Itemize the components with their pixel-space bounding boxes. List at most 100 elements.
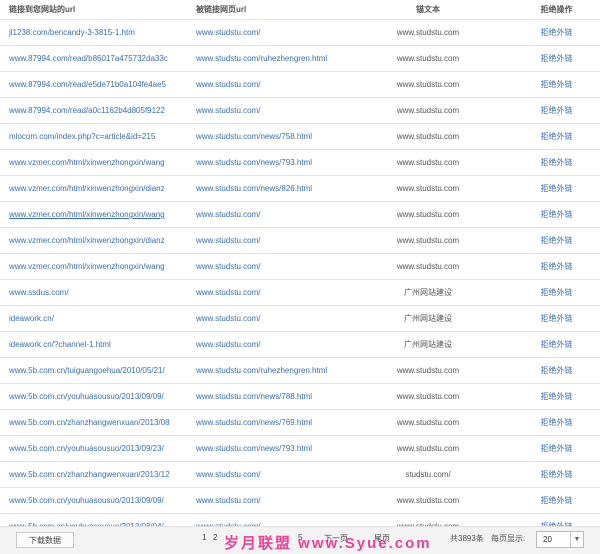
table-row: www.5b.com.cn/zhanzhangwenxuan/2013/12 ww… — [0, 462, 600, 488]
target-url-link[interactable]: www.studstu.com/ — [188, 470, 343, 479]
table-row: www.5b.com.cn/youhuasousuo/2013/09/23/ww… — [0, 436, 600, 462]
header-target-url: 被链接网页url — [196, 5, 247, 14]
anchor-text: 广州网站建设 — [404, 340, 452, 349]
source-url-link[interactable]: www.5b.com.cn/youhuasousuo/2013/09/09/ — [0, 392, 188, 401]
source-url-link[interactable]: ideawork.cn/ — [0, 314, 188, 323]
page-link-2[interactable]: 2 — [213, 533, 217, 542]
reject-link-button[interactable]: 拒绝外链 — [513, 157, 600, 168]
source-url-link[interactable]: www.87994.com/read/a0c1162b4d805f9122 — [0, 106, 188, 115]
page-link-1[interactable]: 1 — [202, 533, 206, 542]
target-url-link[interactable]: www.studstu.com/news/793.html — [188, 158, 343, 167]
source-url-link[interactable]: www.5b.com.cn/tuiguangoehua/2010/05/21/ — [0, 366, 188, 375]
target-url-link[interactable]: www.studstu.com/ — [188, 288, 343, 297]
table-body: jl1238.com/bencandy-3-3815-1.htm www.stud… — [0, 20, 600, 540]
anchor-text: www.studstu.com — [396, 28, 460, 37]
target-url-link[interactable]: www.studstu.com/ — [188, 106, 343, 115]
reject-link-button[interactable]: 拒绝外链 — [513, 417, 600, 428]
reject-link-button[interactable]: 拒绝外链 — [513, 469, 600, 480]
target-url-link[interactable]: www.studstu.com/news/788.html — [188, 392, 343, 401]
source-url-link[interactable]: www.87994.com/read/e5de71b0a104fe4ae5 — [0, 80, 188, 89]
reject-link-button[interactable]: 拒绝外链 — [513, 339, 600, 350]
target-url-link[interactable]: www.studstu.com/news/826.html — [188, 184, 343, 193]
table-row: ideawork.cn/www.studstu.com/广州网站建设 拒绝外链 — [0, 306, 600, 332]
target-url-link[interactable]: www.studstu.com/ — [188, 496, 343, 505]
table-row: ideawork.cn/?channel-1.html www.studstu.c… — [0, 332, 600, 358]
target-url-link[interactable]: www.studstu.com/ — [188, 80, 343, 89]
source-url-link[interactable]: www.5b.com.cn/zhanzhangwenxuan/2013/08 — [0, 418, 188, 427]
source-url-link[interactable]: www.vzmer.com/html/xinwenzhongxin/wang — [0, 158, 188, 167]
reject-link-button[interactable]: 拒绝外链 — [513, 79, 600, 90]
header-source-url: 链接到您网站的url — [9, 5, 76, 14]
reject-link-button[interactable]: 拒绝外链 — [513, 131, 600, 142]
table-header: 链接到您网站的url 被链接网页url 锚文本 拒绝操作 — [0, 0, 600, 20]
anchor-text: www.studstu.com — [396, 158, 460, 167]
source-url-link[interactable]: www.5b.com.cn/youhuasousuo/2013/09/23/ — [0, 444, 188, 453]
table-row: www.87994.com/read/a0c1162b4d805f9122 www… — [0, 98, 600, 124]
target-url-link[interactable]: www.studstu.com/ruhezhengren.html — [188, 54, 343, 63]
download-data-button[interactable]: 下载数据 — [16, 532, 74, 548]
reject-link-button[interactable]: 拒绝外链 — [513, 495, 600, 506]
reject-link-button[interactable]: 拒绝外链 — [513, 261, 600, 272]
table-row: www.vzmer.com/html/xinwenzhongxin/wang ww… — [0, 254, 600, 280]
table-row: www.vzmer.com/html/xinwenzhongxin/wang ww… — [0, 150, 600, 176]
source-url-link[interactable]: www.vzmer.com/html/xinwenzhongxin/wang — [0, 210, 188, 219]
header-action: 拒绝操作 — [540, 5, 573, 14]
backlink-table: 链接到您网站的url 被链接网页url 锚文本 拒绝操作 jl1238.com/… — [0, 0, 600, 540]
target-url-link[interactable]: www.studstu.com/ — [188, 28, 343, 37]
table-row: mlocom.com/index.php?c=article&id=215 www… — [0, 124, 600, 150]
target-url-link[interactable]: www.studstu.com/news/769.html — [188, 418, 343, 427]
table-row: www.5b.com.cn/youhuasousuo/2013/09/09/ww… — [0, 384, 600, 410]
per-page-select[interactable]: 20 ▼ — [536, 531, 584, 548]
source-url-link[interactable]: www.vzmer.com/html/xinwenzhongxin/wang — [0, 262, 188, 271]
source-url-link[interactable]: ideawork.cn/?channel-1.html — [0, 340, 188, 349]
source-url-link[interactable]: www.ssdus.com/ — [0, 288, 188, 297]
anchor-text: www.studstu.com — [396, 496, 460, 505]
table-row: www.vzmer.com/html/xinwenzhongxin/wang ww… — [0, 202, 600, 228]
target-url-link[interactable]: www.studstu.com/ruhezhengren.html — [188, 366, 343, 375]
table-row: www.5b.com.cn/zhanzhangwenxuan/2013/08 ww… — [0, 410, 600, 436]
per-page-label: 每页显示: — [491, 534, 526, 543]
anchor-text: www.studstu.com — [396, 262, 460, 271]
anchor-text: studstu.com/ — [405, 470, 451, 479]
reject-link-button[interactable]: 拒绝外链 — [513, 313, 600, 324]
table-row: www.87994.com/read/e5de71b0a104fe4ae5 www… — [0, 72, 600, 98]
source-url-link[interactable]: www.87994.com/read/b86017a475732da33c — [0, 54, 188, 63]
target-url-link[interactable]: www.studstu.com/news/758.html — [188, 132, 343, 141]
reject-link-button[interactable]: 拒绝外链 — [513, 53, 600, 64]
anchor-text: www.studstu.com — [396, 106, 460, 115]
header-anchor-text: 锚文本 — [416, 5, 440, 14]
target-url-link[interactable]: www.studstu.com/ — [188, 210, 343, 219]
reject-link-button[interactable]: 拒绝外链 — [513, 443, 600, 454]
source-url-link[interactable]: www.vzmer.com/html/xinwenzhongxin/dianz — [0, 184, 188, 193]
reject-link-button[interactable]: 拒绝外链 — [513, 105, 600, 116]
source-url-link[interactable]: www.vzmer.com/html/xinwenzhongxin/dianz — [0, 236, 188, 245]
anchor-text: 广州网站建设 — [404, 314, 452, 323]
total-count-label: 共3893条 每页显示: — [450, 533, 525, 544]
reject-link-button[interactable]: 拒绝外链 — [513, 209, 600, 220]
target-url-link[interactable]: www.studstu.com/news/793.html — [188, 444, 343, 453]
reject-link-button[interactable]: 拒绝外链 — [513, 287, 600, 298]
target-url-link[interactable]: www.studstu.com/ — [188, 262, 343, 271]
chevron-down-icon: ▼ — [570, 532, 583, 547]
source-url-link[interactable]: mlocom.com/index.php?c=article&id=215 — [0, 132, 188, 141]
table-row: jl1238.com/bencandy-3-3815-1.htm www.stud… — [0, 20, 600, 46]
anchor-text: www.studstu.com — [396, 80, 460, 89]
reject-link-button[interactable]: 拒绝外链 — [513, 27, 600, 38]
target-url-link[interactable]: www.studstu.com/ — [188, 340, 343, 349]
anchor-text: www.studstu.com — [396, 444, 460, 453]
anchor-text: www.studstu.com — [396, 366, 460, 375]
source-url-link[interactable]: jl1238.com/bencandy-3-3815-1.htm — [0, 28, 188, 37]
source-url-link[interactable]: www.5b.com.cn/youhuasousuo/2013/09/09/ — [0, 496, 188, 505]
target-url-link[interactable]: www.studstu.com/ — [188, 314, 343, 323]
watermark-logo: 岁月联盟 www.Syue.com — [224, 535, 432, 552]
reject-link-button[interactable]: 拒绝外链 — [513, 183, 600, 194]
source-url-link[interactable]: www.5b.com.cn/zhanzhangwenxuan/2013/12 — [0, 470, 188, 479]
target-url-link[interactable]: www.studstu.com/ — [188, 236, 343, 245]
anchor-text: www.studstu.com — [396, 184, 460, 193]
table-row: www.5b.com.cn/youhuasousuo/2013/09/09/ww… — [0, 488, 600, 514]
reject-link-button[interactable]: 拒绝外链 — [513, 391, 600, 402]
anchor-text: www.studstu.com — [396, 418, 460, 427]
reject-link-button[interactable]: 拒绝外链 — [513, 235, 600, 246]
anchor-text: www.studstu.com — [396, 210, 460, 219]
reject-link-button[interactable]: 拒绝外链 — [513, 365, 600, 376]
